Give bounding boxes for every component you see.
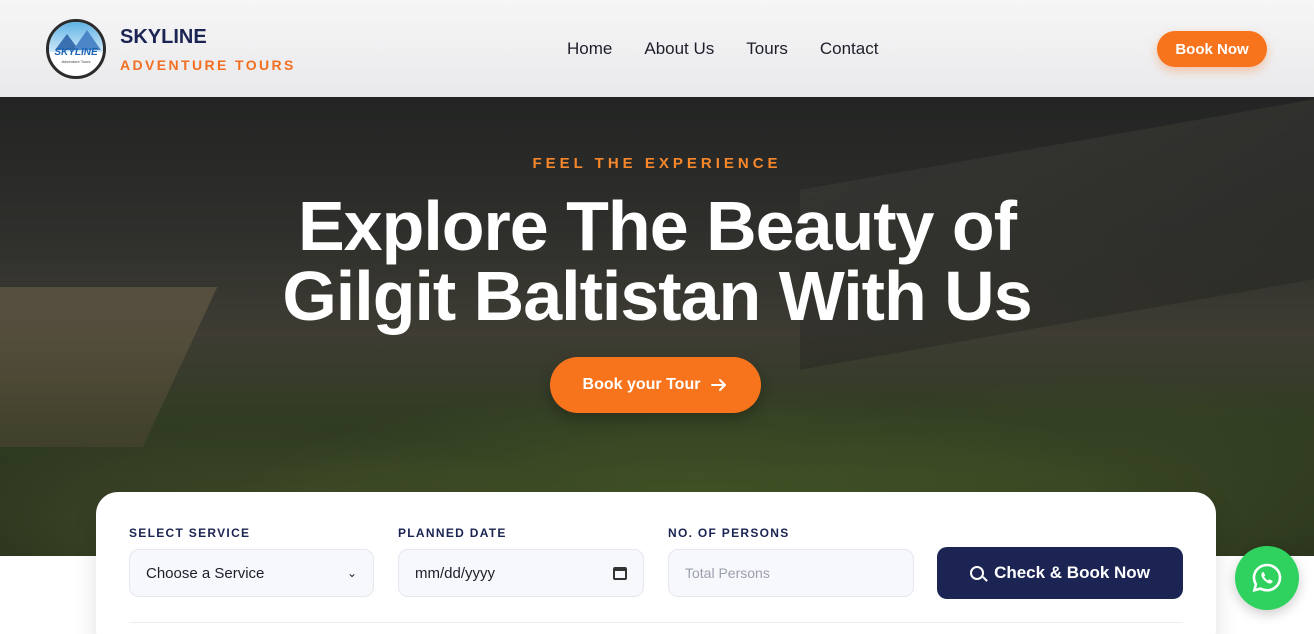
persons-input[interactable]: Total Persons	[668, 549, 914, 597]
brand-name: SKYLINE	[120, 25, 207, 48]
main-nav: Home About Us Tours Contact	[567, 39, 910, 59]
headline-line-2: Gilgit Baltistan With Us	[282, 257, 1032, 335]
search-icon	[970, 566, 985, 580]
card-divider	[129, 622, 1183, 623]
nav-home[interactable]: Home	[567, 39, 612, 59]
nav-contact[interactable]: Contact	[820, 39, 879, 59]
headline-line-1: Explore The Beauty of	[297, 187, 1017, 265]
arrow-right-icon	[711, 379, 727, 391]
date-label: PLANNED DATE	[398, 526, 507, 540]
date-input-value: mm/dd/yyyy	[415, 564, 496, 582]
service-label: SELECT SERVICE	[129, 526, 251, 540]
calendar-icon[interactable]	[613, 566, 627, 580]
service-select[interactable]: Choose a Service ⌄	[129, 549, 374, 597]
brand-text: SKYLINE ADVENTURE TOURS	[120, 26, 296, 73]
whatsapp-icon	[1252, 563, 1282, 593]
book-your-tour-label: Book your Tour	[582, 376, 701, 393]
persons-label: NO. OF PERSONS	[668, 526, 790, 540]
chevron-down-icon: ⌄	[346, 566, 357, 580]
whatsapp-button[interactable]	[1235, 546, 1299, 610]
check-book-now-button[interactable]: Check & Book Now	[937, 547, 1183, 599]
logo-word: SKYLINE	[54, 47, 98, 58]
logo[interactable]: SKYLINE Adventure Tours SKYLINE ADVENTUR…	[46, 19, 296, 79]
book-your-tour-button[interactable]: Book your Tour	[550, 357, 761, 413]
nav-tours[interactable]: Tours	[746, 39, 788, 59]
brand-tagline: ADVENTURE TOURS	[120, 56, 296, 73]
hero-kicker: FEEL THE EXPERIENCE	[532, 155, 782, 172]
check-book-now-label: Check & Book Now	[994, 563, 1150, 582]
logo-badge: SKYLINE Adventure Tours	[46, 19, 106, 79]
site-header: SKYLINE Adventure Tours SKYLINE ADVENTUR…	[0, 0, 1314, 97]
nav-about-us[interactable]: About Us	[644, 39, 714, 59]
service-select-value: Choose a Service	[146, 564, 265, 582]
date-input[interactable]: mm/dd/yyyy	[398, 549, 644, 597]
hero-headline: Explore The Beauty of Gilgit Baltistan W…	[0, 191, 1314, 331]
persons-placeholder: Total Persons	[685, 565, 770, 581]
book-now-button[interactable]: Book Now	[1157, 31, 1267, 67]
logo-sub: Adventure Tours	[61, 59, 91, 64]
